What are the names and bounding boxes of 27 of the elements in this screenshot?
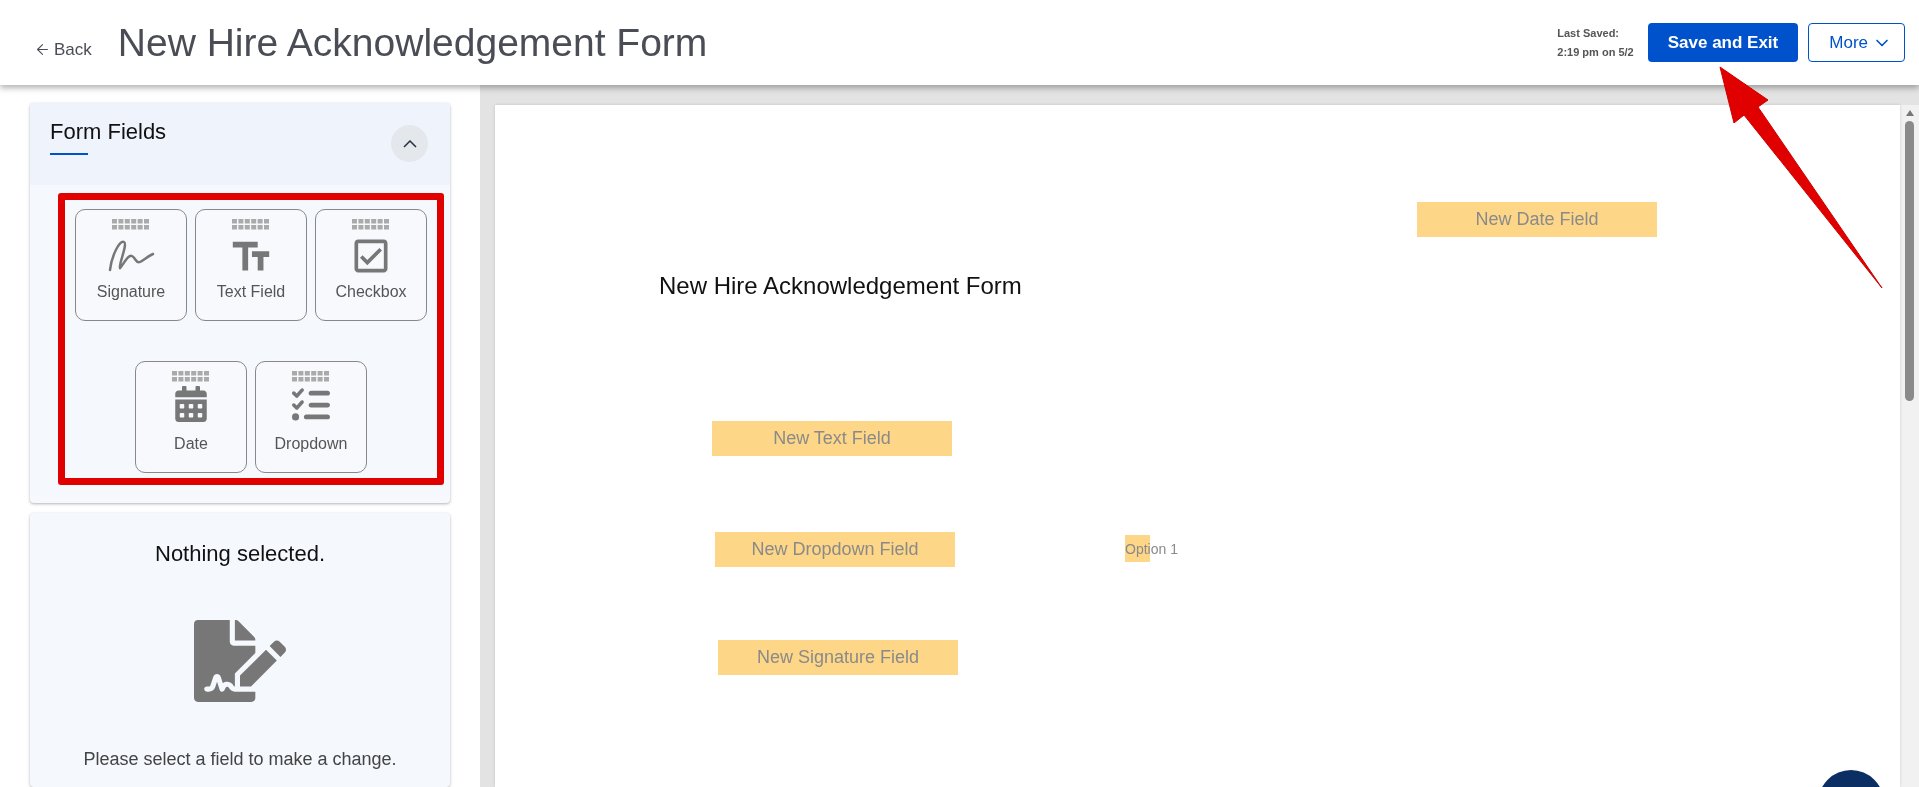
calendar-icon: [173, 386, 209, 422]
scrollbar[interactable]: [1900, 105, 1919, 787]
save-and-exit-button[interactable]: Save and Exit: [1647, 23, 1799, 62]
grip-icon: [172, 371, 210, 382]
document-title: New Hire Acknowledgement Form: [659, 272, 1022, 300]
last-saved-time: 2:19 pm on 5/2: [1557, 44, 1634, 60]
field-type-tile[interactable]: Signature: [75, 209, 187, 321]
field-type-tile[interactable]: Date: [135, 361, 247, 473]
page-title: New Hire Acknowledgement Form: [117, 20, 709, 65]
grip-icon: [112, 219, 150, 230]
scroll-thumb[interactable]: [1905, 121, 1914, 401]
more-button[interactable]: More: [1808, 23, 1905, 62]
grip-icon: [292, 371, 330, 382]
select-field-message: Please select a field to make a change.: [83, 749, 397, 770]
back-link[interactable]: Back: [34, 39, 92, 60]
field-type-tile[interactable]: Dropdown: [255, 361, 367, 473]
chevron-up-icon: [402, 139, 417, 148]
nothing-selected-heading: Nothing selected.: [155, 541, 325, 567]
field-type-tile[interactable]: Checkbox: [315, 209, 427, 321]
scroll-up-icon[interactable]: [1904, 109, 1915, 117]
grip-icon: [232, 219, 270, 230]
collapse-button[interactable]: [391, 125, 428, 162]
last-saved-label: Last Saved:: [1557, 25, 1621, 41]
back-label[interactable]: Back: [54, 39, 92, 60]
field-type-tile[interactable]: Text Field: [195, 209, 307, 321]
grip-icon: [352, 219, 390, 230]
form-fields-title: Form Fields: [50, 119, 167, 155]
